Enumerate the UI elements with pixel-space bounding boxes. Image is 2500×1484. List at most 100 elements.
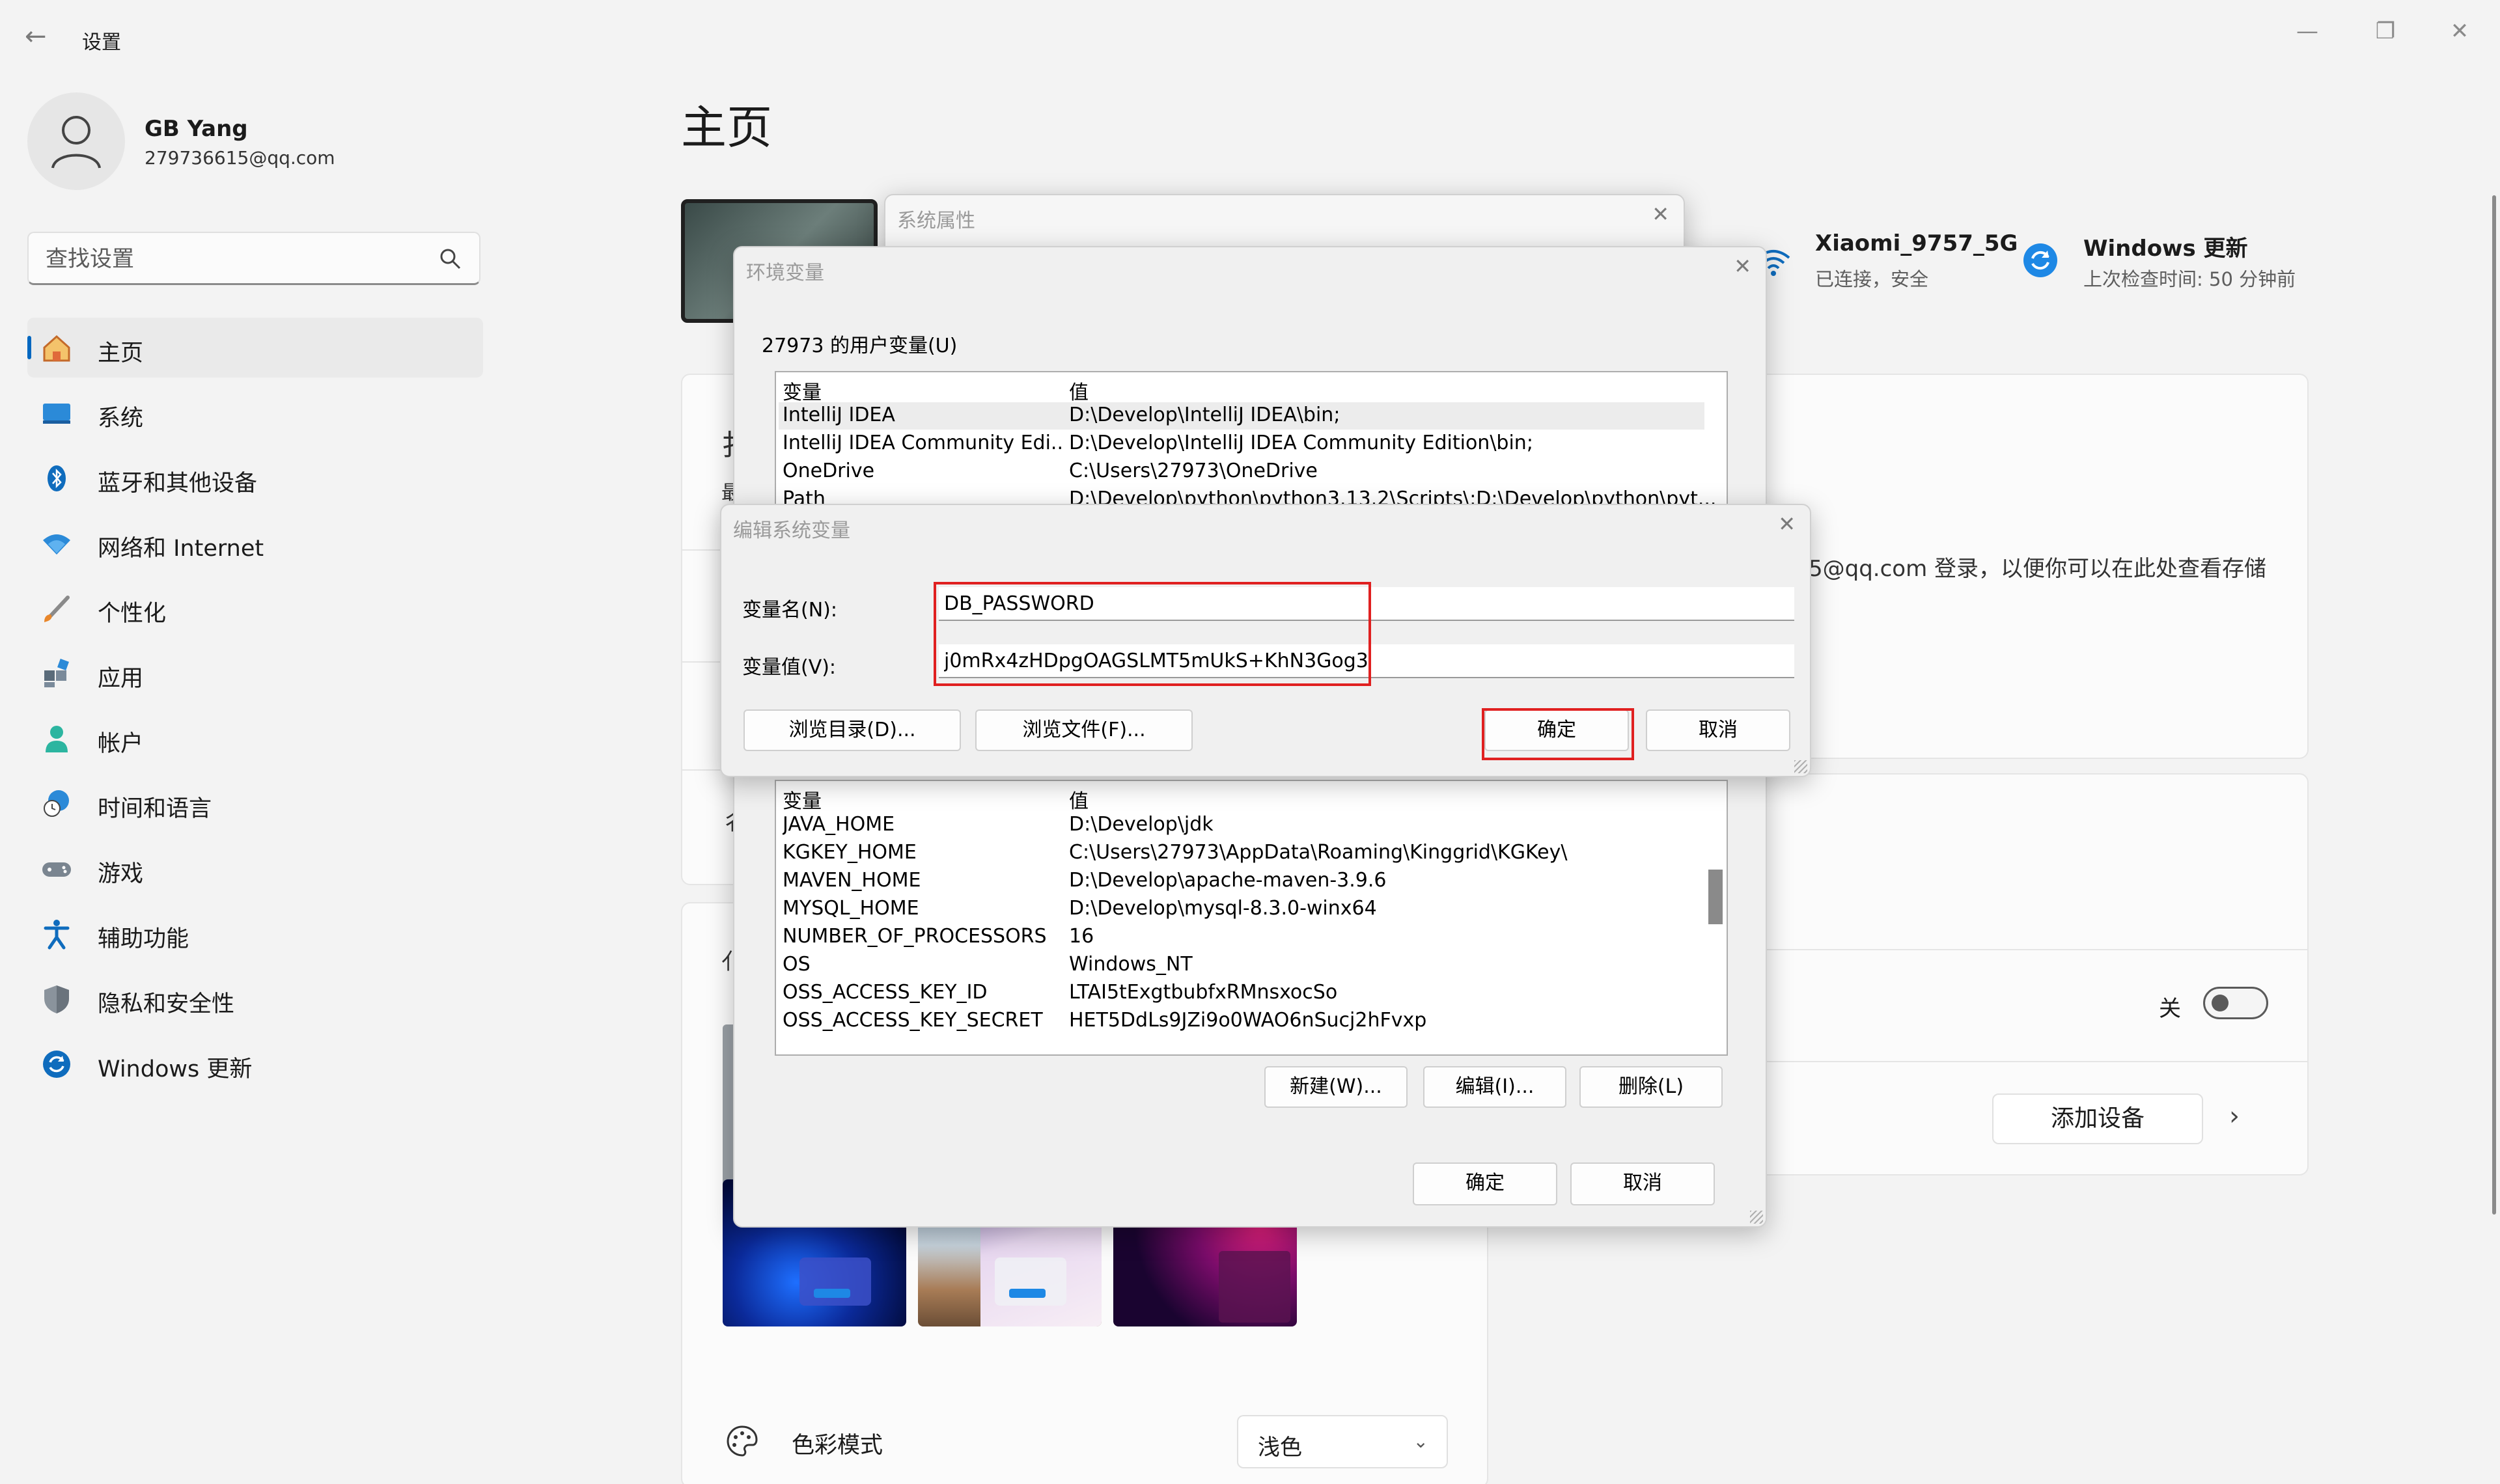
highlight-box-ok	[1482, 708, 1634, 760]
cancel-button[interactable]: 取消	[1646, 709, 1790, 751]
color-mode-select[interactable]: 浅色 ⌄	[1237, 1415, 1448, 1468]
minimize-icon[interactable]: —	[2288, 12, 2327, 51]
highlight-box-fields	[934, 582, 1371, 686]
var-name: IntelliJ IDEA	[783, 404, 895, 426]
sidebar-item-accessibility[interactable]: 辅助功能	[27, 903, 483, 963]
sidebar-item-label: 时间和语言	[98, 796, 212, 822]
var-value: D:\Develop\apache-maven-3.9.6	[1069, 869, 1387, 892]
wifi-icon	[43, 534, 70, 555]
edit-button[interactable]: 编辑(I)...	[1423, 1066, 1566, 1108]
sidebar-item-time-language[interactable]: 时间和语言	[27, 773, 483, 833]
sidebar-item-windows-update[interactable]: Windows 更新	[27, 1034, 483, 1093]
maximize-icon[interactable]: ❐	[2366, 12, 2405, 51]
table-row[interactable]: IntelliJ IDEA Community Edi... D:\Develo…	[779, 430, 1704, 458]
dialog-title: 编辑系统变量	[733, 519, 850, 542]
delete-button[interactable]: 删除(L)	[1579, 1066, 1723, 1108]
column-header-name[interactable]: 变量	[783, 785, 1062, 814]
title-bar: ← 设置 — ❐ ✕	[0, 0, 2500, 72]
back-arrow-icon[interactable]: ←	[25, 20, 59, 53]
apps-icon	[44, 659, 69, 687]
sidebar-item-label: 应用	[98, 666, 144, 692]
table-row[interactable]: NUMBER_OF_PROCESSORS 16	[779, 924, 1704, 951]
search-input[interactable]	[46, 246, 423, 272]
column-header-value[interactable]: 值	[1069, 785, 1089, 814]
list-header: 变量 值	[779, 784, 1704, 814]
theme-chip	[995, 1257, 1066, 1306]
table-row[interactable]: IntelliJ IDEA D:\Develop\IntelliJ IDEA\b…	[779, 402, 1704, 430]
close-icon[interactable]: ✕	[1652, 202, 1669, 227]
var-value: C:\Users\27973\AppData\Roaming\Kinggrid\…	[1069, 841, 1568, 864]
scrollbar-thumb[interactable]	[1708, 870, 1723, 924]
update-title[interactable]: Windows 更新	[2083, 230, 2248, 262]
user-vars-list[interactable]: 变量 值 IntelliJ IDEA D:\Develop\IntelliJ I…	[775, 371, 1728, 514]
system-vars-list[interactable]: 变量 值 JAVA_HOME D:\Develop\jdk KGKEY_HOME…	[775, 780, 1728, 1056]
color-mode-label: 色彩模式	[792, 1433, 883, 1459]
var-value: D:\Develop\IntelliJ IDEA\bin;	[1069, 404, 1340, 426]
var-name: OS	[783, 953, 811, 976]
resize-grip[interactable]	[1794, 760, 1807, 773]
close-icon[interactable]: ✕	[2440, 12, 2479, 51]
clock-globe-icon	[44, 790, 69, 817]
ok-button[interactable]: 确定	[1413, 1162, 1557, 1205]
var-value: LTAI5tExgtbubfxRMnsxocSo	[1069, 981, 1338, 1004]
new-button[interactable]: 新建(W)...	[1264, 1066, 1408, 1108]
variable-value-label: 变量值(V):	[742, 656, 837, 679]
bluetooth-icon	[48, 465, 66, 491]
column-header-name[interactable]: 变量	[783, 376, 1062, 405]
search-box[interactable]	[27, 232, 480, 285]
sidebar-item-label: 隐私和安全性	[98, 991, 235, 1017]
close-icon[interactable]: ✕	[1734, 254, 1751, 279]
scrollbar[interactable]	[2492, 195, 2496, 1215]
sidebar-item-network[interactable]: 网络和 Internet	[27, 513, 483, 573]
sidebar-item-home[interactable]: 主页	[27, 318, 483, 378]
sidebar-item-apps[interactable]: 应用	[27, 643, 483, 703]
update-icon	[43, 1051, 70, 1078]
table-row[interactable]: OneDrive C:\Users\27973\OneDrive	[779, 458, 1704, 486]
sidebar-item-personalization[interactable]: 个性化	[27, 578, 483, 638]
var-value: HET5DdLs9JZi9o0WAO6nSucj2hFvxp	[1069, 1009, 1427, 1032]
sidebar-item-label: 个性化	[98, 601, 167, 627]
var-value: D:\Develop\mysql-8.3.0-winx64	[1069, 897, 1377, 920]
sidebar-item-privacy[interactable]: 隐私和安全性	[27, 969, 483, 1028]
var-value: Windows_NT	[1069, 953, 1193, 976]
profile-name: GB Yang	[145, 116, 248, 142]
theme-chip	[1219, 1251, 1290, 1323]
table-row[interactable]: MYSQL_HOME D:\Develop\mysql-8.3.0-winx64	[779, 896, 1704, 923]
close-icon[interactable]: ✕	[1778, 512, 1796, 536]
sidebar-item-accounts[interactable]: 帐户	[27, 708, 483, 768]
var-name: IntelliJ IDEA Community Edi...	[783, 432, 1062, 454]
network-name[interactable]: Xiaomi_9757_5G	[1815, 230, 2018, 256]
search-icon[interactable]	[439, 247, 462, 271]
var-name: KGKEY_HOME	[783, 841, 917, 864]
cancel-button[interactable]: 取消	[1570, 1162, 1715, 1205]
divider	[1707, 1061, 2307, 1062]
avatar[interactable]	[27, 92, 125, 190]
table-row[interactable]: MAVEN_HOME D:\Develop\apache-maven-3.9.6	[779, 868, 1704, 895]
sidebar-item-bluetooth[interactable]: 蓝牙和其他设备	[27, 448, 483, 508]
table-row[interactable]: OS Windows_NT	[779, 952, 1704, 979]
add-device-button[interactable]: 添加设备	[1992, 1093, 2203, 1144]
divider	[1707, 949, 2307, 950]
windows-update-icon	[2023, 243, 2057, 277]
toggle-switch[interactable]	[2203, 987, 2268, 1019]
color-mode-value: 浅色	[1258, 1435, 1302, 1461]
chevron-right-icon[interactable]: ›	[2229, 1101, 2240, 1131]
accessibility-icon	[44, 920, 70, 950]
var-value: D:\Develop\jdk	[1069, 813, 1214, 836]
table-row[interactable]: OSS_ACCESS_KEY_ID LTAI5tExgtbubfxRMnsxoc…	[779, 980, 1704, 1007]
sidebar-item-system[interactable]: 系统	[27, 383, 483, 443]
table-row[interactable]: OSS_ACCESS_KEY_SECRET HET5DdLs9JZi9o0WAO…	[779, 1008, 1704, 1035]
browse-directory-button[interactable]: 浏览目录(D)...	[743, 709, 961, 751]
table-row[interactable]: KGKEY_HOME C:\Users\27973\AppData\Roamin…	[779, 840, 1704, 867]
resize-grip[interactable]	[1750, 1211, 1763, 1224]
sidebar-item-label: Windows 更新	[98, 1056, 253, 1082]
home-icon	[43, 335, 70, 362]
column-header-value[interactable]: 值	[1069, 376, 1089, 405]
toggle-label: 关	[2159, 996, 2181, 1022]
var-name: JAVA_HOME	[783, 813, 895, 836]
browse-file-button[interactable]: 浏览文件(F)...	[975, 709, 1193, 751]
sidebar-item-label: 游戏	[98, 861, 144, 887]
sidebar-item-gaming[interactable]: 游戏	[27, 838, 483, 898]
var-name: OneDrive	[783, 460, 875, 482]
table-row[interactable]: JAVA_HOME D:\Develop\jdk	[779, 812, 1704, 839]
